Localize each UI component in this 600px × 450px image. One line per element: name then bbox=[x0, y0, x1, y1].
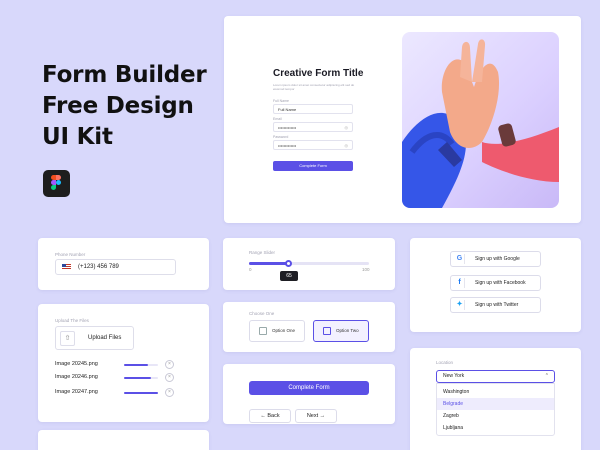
location-label: Location bbox=[436, 360, 454, 365]
location-selected-value: New York bbox=[443, 373, 465, 379]
facebook-signup-button[interactable]: f Sign up with Facebook bbox=[450, 275, 541, 291]
headline-line-2: Free Design bbox=[42, 93, 194, 119]
image-icon bbox=[259, 327, 267, 335]
remove-file-icon[interactable]: × bbox=[165, 373, 174, 382]
facebook-icon: f bbox=[455, 278, 465, 288]
range-min: 0 bbox=[249, 267, 252, 272]
hero-title: Creative Form Title bbox=[273, 68, 364, 79]
option-two[interactable]: Option Two bbox=[313, 320, 369, 342]
back-button[interactable]: ← Back bbox=[249, 409, 291, 423]
blank-card bbox=[38, 430, 209, 450]
password-label: Password bbox=[273, 135, 289, 139]
phone-value: (+123) 456 789 bbox=[78, 264, 119, 270]
twitter-signup-button[interactable]: ✦ Sign up with Twitter bbox=[450, 297, 541, 313]
email-value: ••••••••••••• bbox=[278, 125, 297, 130]
email-label: Email bbox=[273, 117, 282, 121]
back-label: Back bbox=[267, 413, 280, 419]
hero-form-card: Creative Form Title Lorem ipsum dolor si… bbox=[224, 16, 581, 223]
location-option[interactable]: Belgrade bbox=[437, 398, 554, 410]
twitter-icon: ✦ bbox=[455, 300, 465, 310]
file-name: Image 20245.png bbox=[55, 361, 98, 367]
us-flag-icon[interactable] bbox=[62, 264, 71, 270]
location-select[interactable]: New York ⌃ bbox=[436, 370, 555, 383]
email-field[interactable]: ••••••••••••• ◎ bbox=[273, 122, 353, 132]
remove-file-icon[interactable]: × bbox=[165, 388, 174, 397]
social-signup-card: G Sign up with Google f Sign up with Fac… bbox=[410, 238, 581, 332]
range-value-tooltip: 65 bbox=[280, 271, 298, 281]
twitter-signup-label: Sign up with Twitter bbox=[475, 302, 519, 308]
phone-label: Phone Number bbox=[55, 252, 86, 257]
password-value: ••••••••••••• bbox=[278, 143, 297, 148]
high-five-illustration bbox=[402, 32, 559, 208]
option-one-label: Option One bbox=[272, 328, 296, 333]
facebook-signup-label: Sign up with Facebook bbox=[475, 280, 526, 286]
complete-form-button[interactable]: Complete Form bbox=[273, 161, 353, 171]
upload-card: Upload The Files ⇧ Upload Files Image 20… bbox=[38, 304, 209, 422]
location-option[interactable]: Ljubljana bbox=[437, 422, 554, 434]
arrow-right-icon: → bbox=[319, 413, 326, 419]
file-name: Image 20247.png bbox=[55, 389, 98, 395]
headline-line-1: Form Builder bbox=[42, 62, 207, 88]
choose-label: Choose One bbox=[249, 311, 275, 316]
range-card: Range Slider 0 100 65 bbox=[223, 238, 395, 290]
figma-logo-icon bbox=[43, 170, 70, 197]
name-field[interactable]: Full Name bbox=[273, 104, 353, 114]
phone-input[interactable]: (+123) 456 789 bbox=[55, 259, 176, 275]
image-icon bbox=[323, 327, 331, 335]
eye-icon[interactable]: ◎ bbox=[345, 143, 349, 148]
upload-label: Upload The Files bbox=[55, 318, 89, 323]
option-two-label: Option Two bbox=[336, 328, 359, 333]
google-signup-label: Sign up with Google bbox=[475, 256, 520, 262]
arrow-left-icon: ← bbox=[260, 413, 266, 419]
password-field[interactable]: ••••••••••••• ◎ bbox=[273, 140, 353, 150]
next-label: Next bbox=[306, 413, 319, 419]
google-icon: G bbox=[455, 254, 465, 264]
headline: Form Builder Free Design UI Kit bbox=[42, 60, 212, 153]
file-row: Image 20245.png × bbox=[55, 360, 178, 370]
range-track[interactable] bbox=[249, 260, 369, 267]
complete-form-button[interactable]: Complete Form bbox=[249, 381, 369, 395]
complete-nav-card: Complete Form ← Back Next → bbox=[223, 364, 395, 424]
chevron-up-icon[interactable]: ⌃ bbox=[545, 371, 549, 382]
remove-file-icon[interactable]: × bbox=[165, 360, 174, 369]
file-row: Image 20247.png × bbox=[55, 388, 178, 398]
upload-files-button[interactable]: ⇧ Upload Files bbox=[55, 326, 134, 350]
upload-button-label: Upload Files bbox=[88, 335, 122, 341]
file-row: Image 20246.png × bbox=[55, 373, 178, 383]
name-label: Full Name bbox=[273, 99, 289, 103]
file-progress bbox=[124, 377, 158, 379]
option-one[interactable]: Option One bbox=[249, 320, 305, 342]
file-name: Image 20246.png bbox=[55, 374, 98, 380]
eye-icon[interactable]: ◎ bbox=[345, 125, 349, 130]
location-option[interactable]: Zagreb bbox=[437, 410, 554, 422]
range-label: Range Slider bbox=[249, 250, 276, 255]
phone-card: Phone Number (+123) 456 789 bbox=[38, 238, 209, 290]
hero-subtitle: Lorem ipsum dolor sit amet consectetur a… bbox=[273, 83, 355, 91]
file-progress bbox=[124, 392, 158, 394]
location-card: Location New York ⌃ Washington Belgrade … bbox=[410, 348, 581, 450]
upload-icon: ⇧ bbox=[60, 331, 75, 346]
file-progress bbox=[124, 364, 158, 366]
next-button[interactable]: Next → bbox=[295, 409, 337, 423]
google-signup-button[interactable]: G Sign up with Google bbox=[450, 251, 541, 267]
headline-line-3: UI Kit bbox=[42, 124, 113, 150]
range-max: 100 bbox=[362, 267, 370, 272]
location-option[interactable]: Washington bbox=[437, 386, 554, 398]
choose-one-card: Choose One Option One Option Two bbox=[223, 302, 395, 352]
location-dropdown: Washington Belgrade Zagreb Ljubljana bbox=[436, 383, 555, 436]
range-handle[interactable] bbox=[285, 260, 293, 267]
